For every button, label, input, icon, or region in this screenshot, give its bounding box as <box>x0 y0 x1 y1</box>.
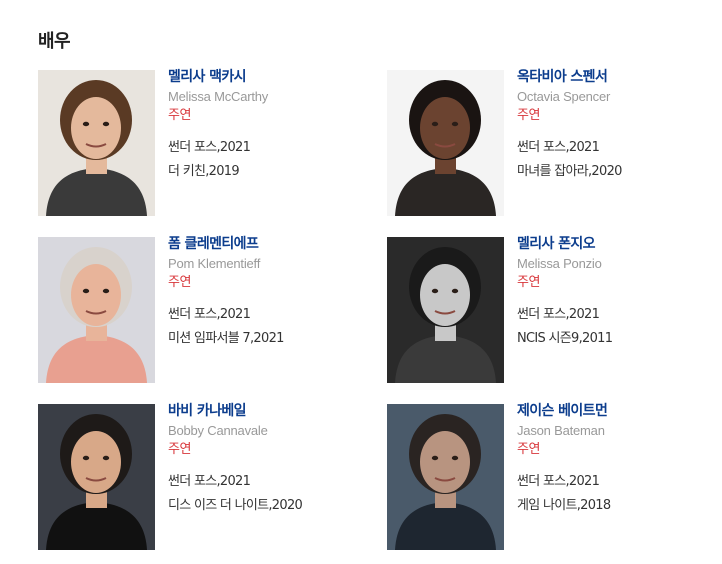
actor-photo[interactable] <box>38 70 155 216</box>
actor-info: 멜리사 맥카시 Melissa McCarthy 주연 썬더 포스,2021 더… <box>168 69 368 188</box>
filmography-item[interactable]: 썬더 포스,2021 <box>517 307 717 323</box>
actor-role: 주연 <box>517 442 540 457</box>
actor-info: 멜리사 폰지오 Melissa Ponzio 주연 썬더 포스,2021 NCI… <box>517 236 717 355</box>
actor-card: 바비 카나베일 Bobby Cannavale 주연 썬더 포스,2021 디스… <box>38 403 358 551</box>
actor-role: 주연 <box>168 442 191 457</box>
actor-role: 주연 <box>517 108 540 123</box>
actor-info: 제이슨 베이트먼 Jason Bateman 주연 썬더 포스,2021 게임 … <box>517 403 717 522</box>
portrait-image <box>387 70 504 216</box>
section-title: 배우 <box>38 31 71 52</box>
filmography-item[interactable]: 썬더 포스,2021 <box>168 140 368 156</box>
filmography-list: 썬더 포스,2021 NCIS 시즌9,2011 <box>517 307 717 347</box>
actor-card: 멜리사 맥카시 Melissa McCarthy 주연 썬더 포스,2021 더… <box>38 69 358 217</box>
actor-photo[interactable] <box>387 404 504 550</box>
filmography-list: 썬더 포스,2021 게임 나이트,2018 <box>517 474 717 514</box>
filmography-item[interactable]: 썬더 포스,2021 <box>517 140 717 156</box>
actor-role: 주연 <box>168 108 191 123</box>
filmography-item[interactable]: 게임 나이트,2018 <box>517 498 717 514</box>
actor-name-link[interactable]: 멜리사 맥카시 <box>168 69 368 86</box>
actor-photo[interactable] <box>38 404 155 550</box>
filmography-list: 썬더 포스,2021 디스 이즈 더 나이트,2020 <box>168 474 368 514</box>
actor-card: 제이슨 베이트먼 Jason Bateman 주연 썬더 포스,2021 게임 … <box>387 403 707 551</box>
filmography-list: 썬더 포스,2021 더 키친,2019 <box>168 140 368 180</box>
actor-name-link[interactable]: 폼 클레멘티에프 <box>168 236 368 253</box>
filmography-item[interactable]: 미션 임파서블 7,2021 <box>168 331 368 347</box>
actor-english-name: Melissa Ponzio <box>517 256 602 271</box>
actor-english-name: Jason Bateman <box>517 423 605 438</box>
filmography-item[interactable]: 썬더 포스,2021 <box>517 474 717 490</box>
actor-english-name: Melissa McCarthy <box>168 89 269 104</box>
filmography-item[interactable]: 마녀를 잡아라,2020 <box>517 164 717 180</box>
filmography-list: 썬더 포스,2021 미션 임파서블 7,2021 <box>168 307 368 347</box>
actor-role: 주연 <box>168 275 191 290</box>
actor-name-link[interactable]: 제이슨 베이트먼 <box>517 403 717 420</box>
actor-info: 옥타비아 스펜서 Octavia Spencer 주연 썬더 포스,2021 마… <box>517 69 717 188</box>
portrait-image <box>38 237 155 383</box>
actor-photo[interactable] <box>387 237 504 383</box>
actor-photo[interactable] <box>387 70 504 216</box>
filmography-list: 썬더 포스,2021 마녀를 잡아라,2020 <box>517 140 717 180</box>
filmography-item[interactable]: 더 키친,2019 <box>168 164 368 180</box>
actor-info: 폼 클레멘티에프 Pom Klementieff 주연 썬더 포스,2021 미… <box>168 236 368 355</box>
actor-role: 주연 <box>517 275 540 290</box>
actor-info: 바비 카나베일 Bobby Cannavale 주연 썬더 포스,2021 디스… <box>168 403 368 522</box>
actor-english-name: Bobby Cannavale <box>168 423 268 438</box>
actor-card: 폼 클레멘티에프 Pom Klementieff 주연 썬더 포스,2021 미… <box>38 236 358 384</box>
actor-name-link[interactable]: 옥타비아 스펜서 <box>517 69 717 86</box>
filmography-item[interactable]: NCIS 시즌9,2011 <box>517 331 717 347</box>
actor-card: 멜리사 폰지오 Melissa Ponzio 주연 썬더 포스,2021 NCI… <box>387 236 707 384</box>
actor-english-name: Pom Klementieff <box>168 256 261 271</box>
actor-photo[interactable] <box>38 237 155 383</box>
filmography-item[interactable]: 썬더 포스,2021 <box>168 307 368 323</box>
portrait-image <box>38 70 155 216</box>
portrait-image <box>387 404 504 550</box>
portrait-image <box>387 237 504 383</box>
actor-english-name: Octavia Spencer <box>517 89 611 104</box>
actor-name-link[interactable]: 멜리사 폰지오 <box>517 236 717 253</box>
actor-card: 옥타비아 스펜서 Octavia Spencer 주연 썬더 포스,2021 마… <box>387 69 707 217</box>
portrait-image <box>38 404 155 550</box>
actor-name-link[interactable]: 바비 카나베일 <box>168 403 368 420</box>
filmography-item[interactable]: 디스 이즈 더 나이트,2020 <box>168 498 368 514</box>
filmography-item[interactable]: 썬더 포스,2021 <box>168 474 368 490</box>
